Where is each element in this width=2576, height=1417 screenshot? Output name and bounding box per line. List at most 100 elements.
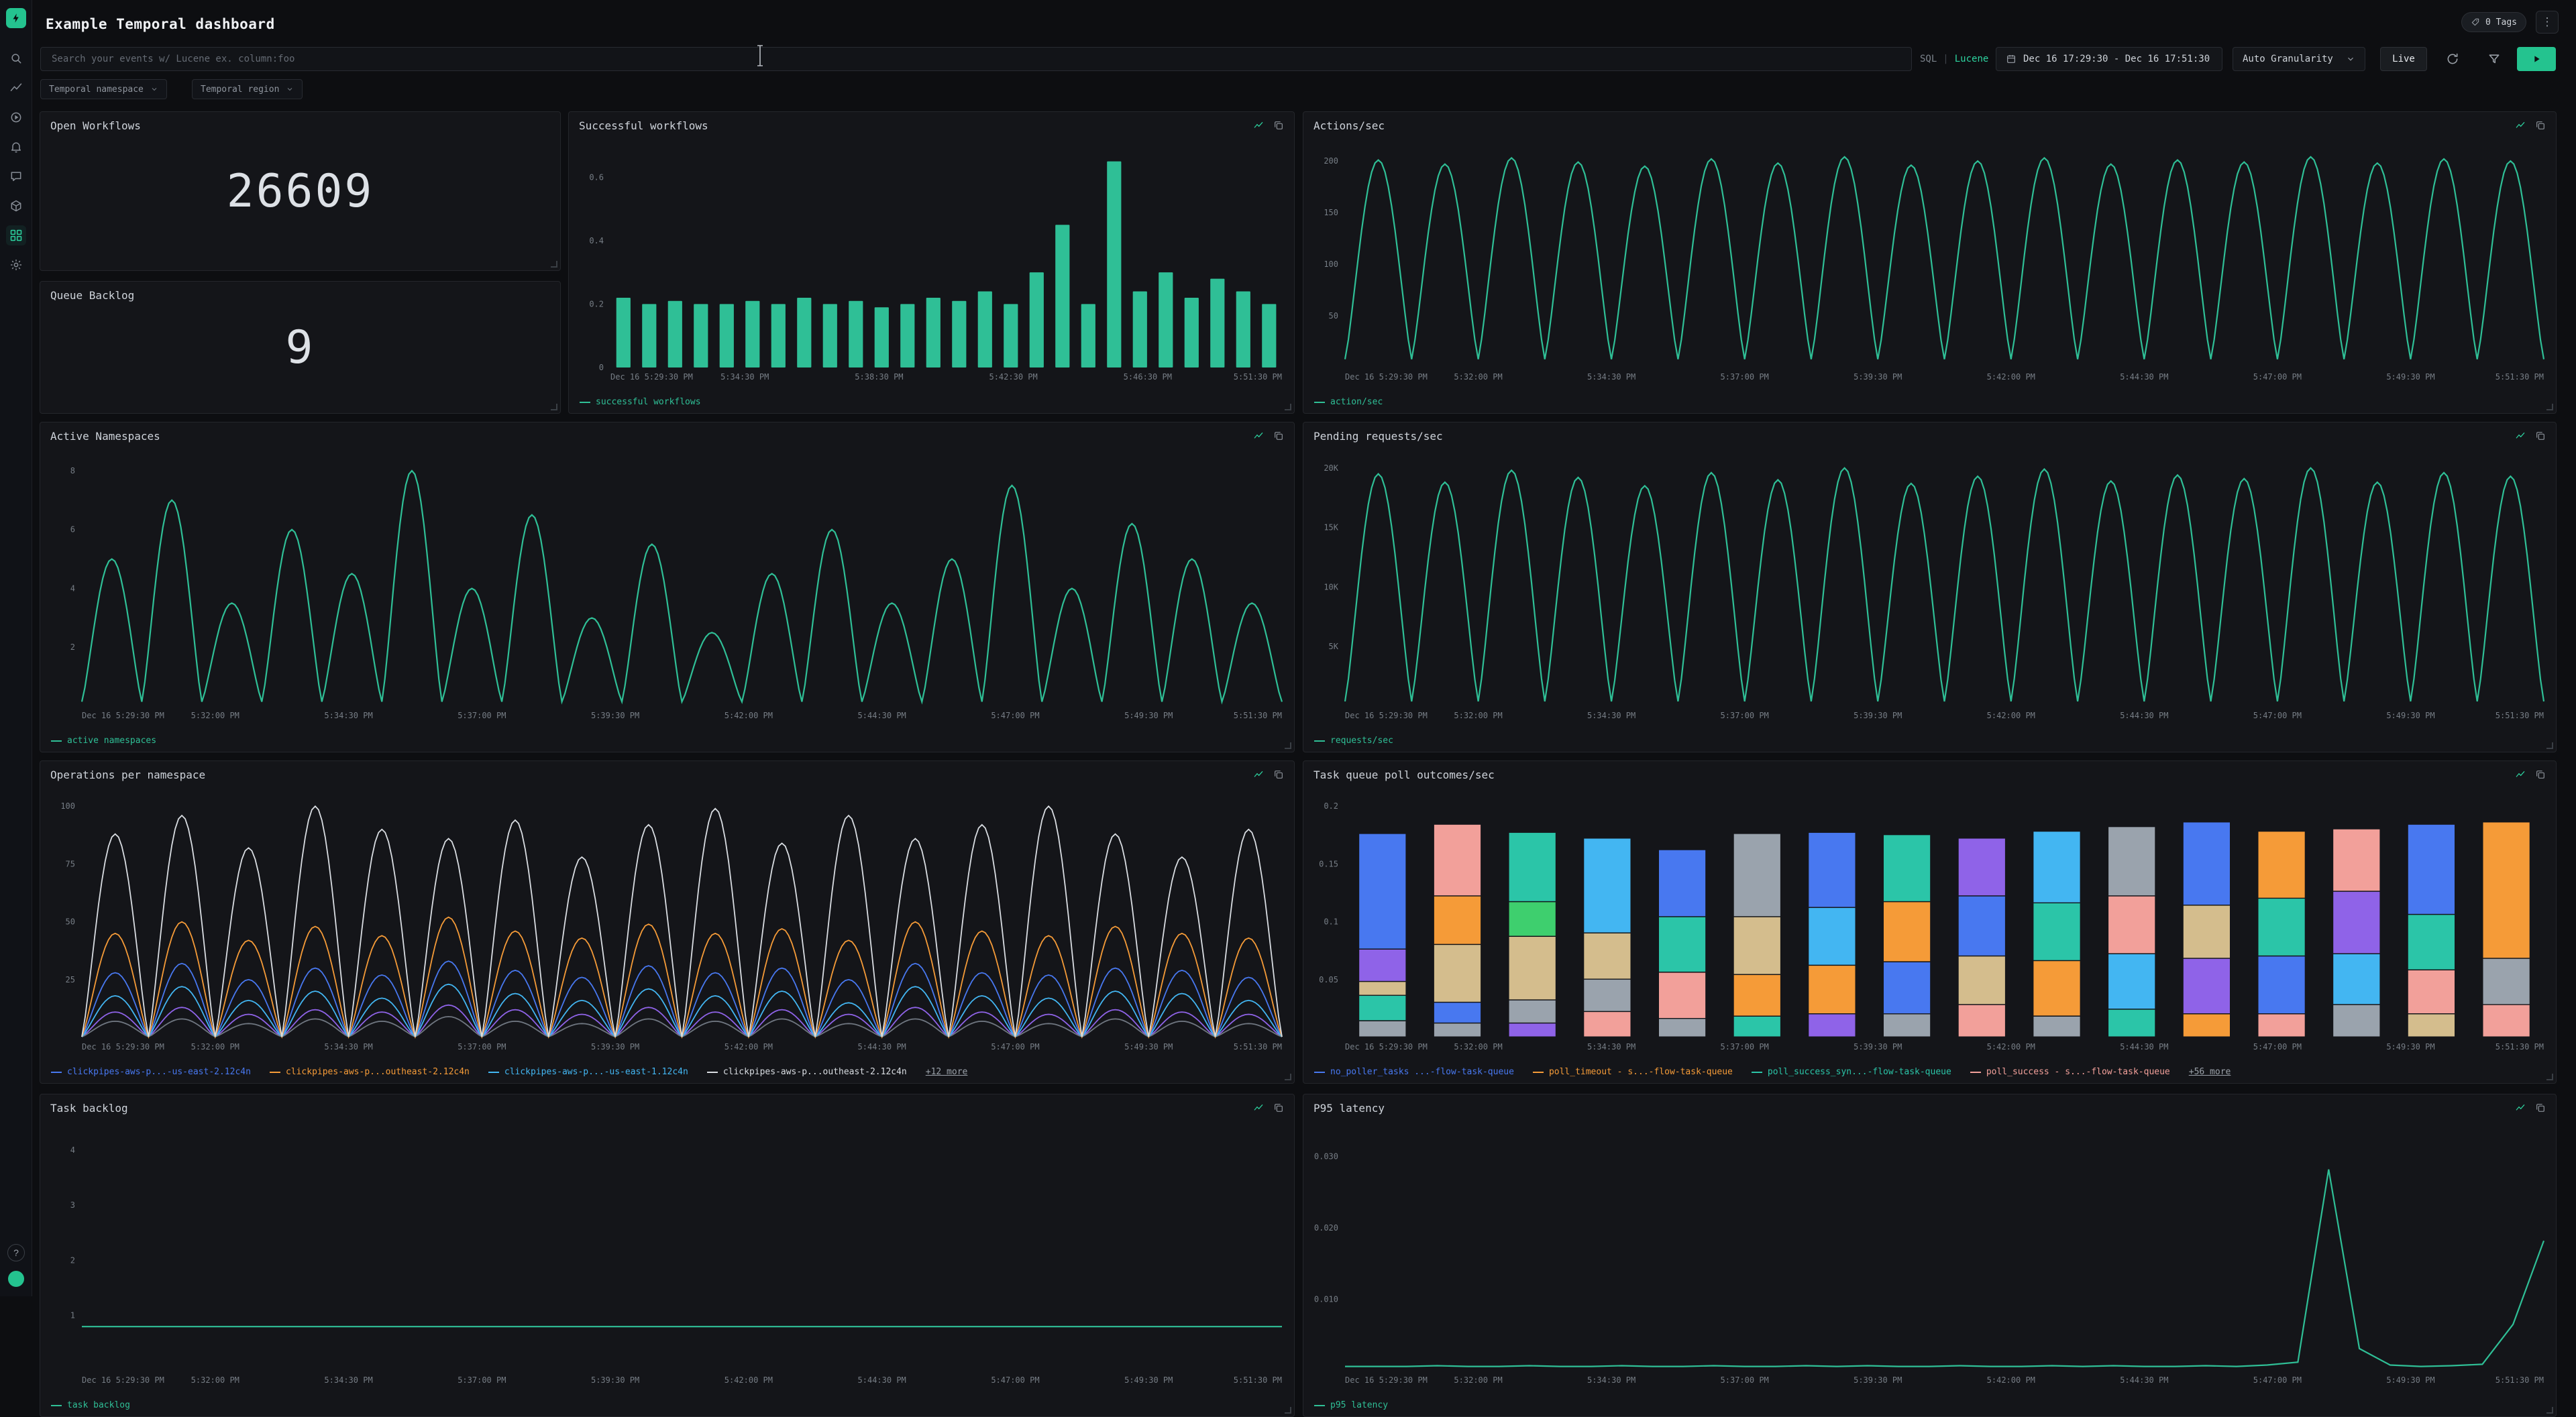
- edit-chart-icon[interactable]: [2514, 119, 2526, 131]
- duplicate-chart-icon[interactable]: [2534, 1102, 2546, 1114]
- edit-chart-icon[interactable]: [1252, 1102, 1265, 1114]
- settings-icon[interactable]: [6, 255, 26, 275]
- filter-icon[interactable]: [2483, 48, 2505, 70]
- app-logo[interactable]: [6, 8, 26, 28]
- duplicate-chart-icon[interactable]: [2534, 769, 2546, 781]
- duplicate-chart-icon[interactable]: [2534, 119, 2546, 131]
- panel-title: Actions/sec: [1313, 119, 1385, 132]
- svg-text:5:42:00 PM: 5:42:00 PM: [724, 1042, 773, 1052]
- time-range-picker[interactable]: Dec 16 17:29:30 - Dec 16 17:51:30: [1996, 47, 2222, 71]
- lucene-toggle[interactable]: Lucene: [1955, 54, 1989, 64]
- tags-badge[interactable]: 0 Tags: [2461, 12, 2526, 32]
- active-namespaces-chart[interactable]: 8642Dec 16 5:29:30 PM5:32:00 PM5:34:30 P…: [44, 449, 1287, 722]
- sessions-icon[interactable]: [6, 107, 26, 127]
- legend-item[interactable]: successful workflows: [580, 397, 701, 407]
- legend-item[interactable]: p95 latency: [1314, 1400, 1388, 1410]
- edit-chart-icon[interactable]: [1252, 119, 1265, 131]
- svg-text:5:39:30 PM: 5:39:30 PM: [591, 1042, 639, 1052]
- mode-divider: |: [1943, 54, 1948, 64]
- pending_requests-svg: 20K15K10K5KDec 16 5:29:30 PM5:32:00 PM5:…: [1307, 449, 2549, 722]
- edit-chart-icon[interactable]: [1252, 430, 1265, 442]
- duplicate-chart-icon[interactable]: [1273, 1102, 1285, 1114]
- legend-item[interactable]: clickpipes-aws-p...-us-east-2.12c4n: [51, 1067, 251, 1077]
- p95-latency-chart[interactable]: 0.0300.0200.010Dec 16 5:29:30 PM5:32:00 …: [1307, 1121, 2549, 1387]
- svg-text:5:37:00 PM: 5:37:00 PM: [458, 711, 506, 720]
- svg-text:5:42:00 PM: 5:42:00 PM: [1987, 1042, 2035, 1052]
- svg-text:25: 25: [66, 975, 75, 984]
- svg-text:5:32:00 PM: 5:32:00 PM: [1454, 372, 1502, 382]
- legend-item[interactable]: active namespaces: [51, 736, 156, 746]
- resize-handle[interactable]: [1285, 742, 1291, 749]
- successful-workflows-chart[interactable]: 0.60.40.20Dec 16 5:29:30 PM5:34:30 PM5:3…: [573, 139, 1287, 384]
- legend-item[interactable]: task backlog: [51, 1400, 130, 1410]
- filter-temporal-region[interactable]: Temporal region: [192, 79, 303, 99]
- resize-handle[interactable]: [1285, 1407, 1291, 1414]
- edit-chart-icon[interactable]: [1252, 769, 1265, 781]
- svg-text:5:51:30 PM: 5:51:30 PM: [1234, 1042, 1282, 1052]
- messages-icon[interactable]: [6, 166, 26, 186]
- legend-more[interactable]: +56 more: [2189, 1067, 2231, 1077]
- panel-poll-outcomes: Task queue poll outcomes/sec 0.20.150.10…: [1303, 760, 2557, 1084]
- granularity-select[interactable]: Auto Granularity: [2233, 47, 2365, 71]
- resize-handle[interactable]: [1285, 404, 1291, 410]
- resize-handle[interactable]: [2546, 404, 2553, 410]
- resize-handle[interactable]: [551, 404, 557, 410]
- panel-successful-workflows: Successful workflows 0.60.40.20Dec 16 5:…: [568, 111, 1295, 414]
- resize-handle[interactable]: [1285, 1074, 1291, 1080]
- svg-text:5:37:00 PM: 5:37:00 PM: [458, 1042, 506, 1052]
- actions-chart[interactable]: 20015010050Dec 16 5:29:30 PM5:32:00 PM5:…: [1307, 139, 2549, 384]
- tag-icon: [2471, 17, 2480, 27]
- alerts-icon[interactable]: [6, 137, 26, 157]
- panel-actions-per-sec: Actions/sec 20015010050Dec 16 5:29:30 PM…: [1303, 111, 2557, 414]
- refresh-icon[interactable]: [2442, 48, 2463, 70]
- duplicate-chart-icon[interactable]: [1273, 119, 1285, 131]
- legend-item[interactable]: action/sec: [1314, 397, 1383, 407]
- resize-handle[interactable]: [2546, 1407, 2553, 1414]
- duplicate-chart-icon[interactable]: [2534, 430, 2546, 442]
- user-avatar[interactable]: [8, 1271, 24, 1287]
- svg-text:5:34:30 PM: 5:34:30 PM: [1587, 372, 1635, 382]
- poll-outcomes-chart[interactable]: 0.20.150.10.05Dec 16 5:29:30 PM5:32:00 P…: [1307, 788, 2549, 1054]
- svg-text:5:44:30 PM: 5:44:30 PM: [858, 1375, 906, 1385]
- edit-chart-icon[interactable]: [2514, 769, 2526, 781]
- legend-more[interactable]: +12 more: [926, 1067, 968, 1077]
- edit-chart-icon[interactable]: [2514, 1102, 2526, 1114]
- search-input[interactable]: [40, 47, 1912, 71]
- legend-item[interactable]: no_poller_tasks ...-flow-task-queue: [1314, 1067, 1514, 1077]
- sidebar: ?: [0, 0, 32, 1296]
- duplicate-chart-icon[interactable]: [1273, 769, 1285, 781]
- services-icon[interactable]: [6, 196, 26, 216]
- resize-handle[interactable]: [551, 261, 557, 268]
- legend-item[interactable]: requests/sec: [1314, 736, 1393, 746]
- filter-temporal-namespace[interactable]: Temporal namespace: [40, 79, 167, 99]
- svg-text:5:49:30 PM: 5:49:30 PM: [2386, 372, 2434, 382]
- legend-item[interactable]: poll_success - s...-flow-task-queue: [1970, 1067, 2170, 1077]
- svg-text:5:44:30 PM: 5:44:30 PM: [858, 711, 906, 720]
- legend-item[interactable]: poll_success_syn...-flow-task-queue: [1752, 1067, 1951, 1077]
- legend-item[interactable]: poll_timeout - s...-flow-task-queue: [1533, 1067, 1733, 1077]
- svg-text:5:39:30 PM: 5:39:30 PM: [1854, 711, 1902, 720]
- legend-item[interactable]: clickpipes-aws-p...-us-east-1.12c4n: [488, 1067, 688, 1077]
- play-icon: [2531, 54, 2542, 64]
- search-icon[interactable]: [6, 48, 26, 68]
- edit-chart-icon[interactable]: [2514, 430, 2526, 442]
- chevron-down-icon: [2346, 54, 2355, 64]
- live-button[interactable]: Live: [2380, 47, 2427, 71]
- svg-text:50: 50: [1329, 311, 1338, 321]
- kebab-menu-button[interactable]: ⋮: [2536, 11, 2559, 34]
- sql-toggle[interactable]: SQL: [1920, 54, 1937, 64]
- help-icon[interactable]: ?: [7, 1244, 25, 1261]
- dashboards-icon[interactable]: [6, 225, 26, 245]
- svg-text:5:34:30 PM: 5:34:30 PM: [1587, 1042, 1635, 1052]
- resize-handle[interactable]: [2546, 742, 2553, 749]
- resize-handle[interactable]: [2546, 1074, 2553, 1080]
- svg-text:5:38:30 PM: 5:38:30 PM: [855, 372, 903, 382]
- duplicate-chart-icon[interactable]: [1273, 430, 1285, 442]
- run-query-button[interactable]: [2517, 47, 2556, 71]
- task-backlog-chart[interactable]: 4321Dec 16 5:29:30 PM5:32:00 PM5:34:30 P…: [44, 1121, 1287, 1387]
- pending-requests-chart[interactable]: 20K15K10K5KDec 16 5:29:30 PM5:32:00 PM5:…: [1307, 449, 2549, 722]
- legend-item[interactable]: clickpipes-aws-p...outheast-2.12c4n: [707, 1067, 907, 1077]
- operations-chart[interactable]: 100755025Dec 16 5:29:30 PM5:32:00 PM5:34…: [44, 788, 1287, 1054]
- legend-item[interactable]: clickpipes-aws-p...outheast-2.12c4n: [270, 1067, 470, 1077]
- chart-explorer-icon[interactable]: [6, 78, 26, 98]
